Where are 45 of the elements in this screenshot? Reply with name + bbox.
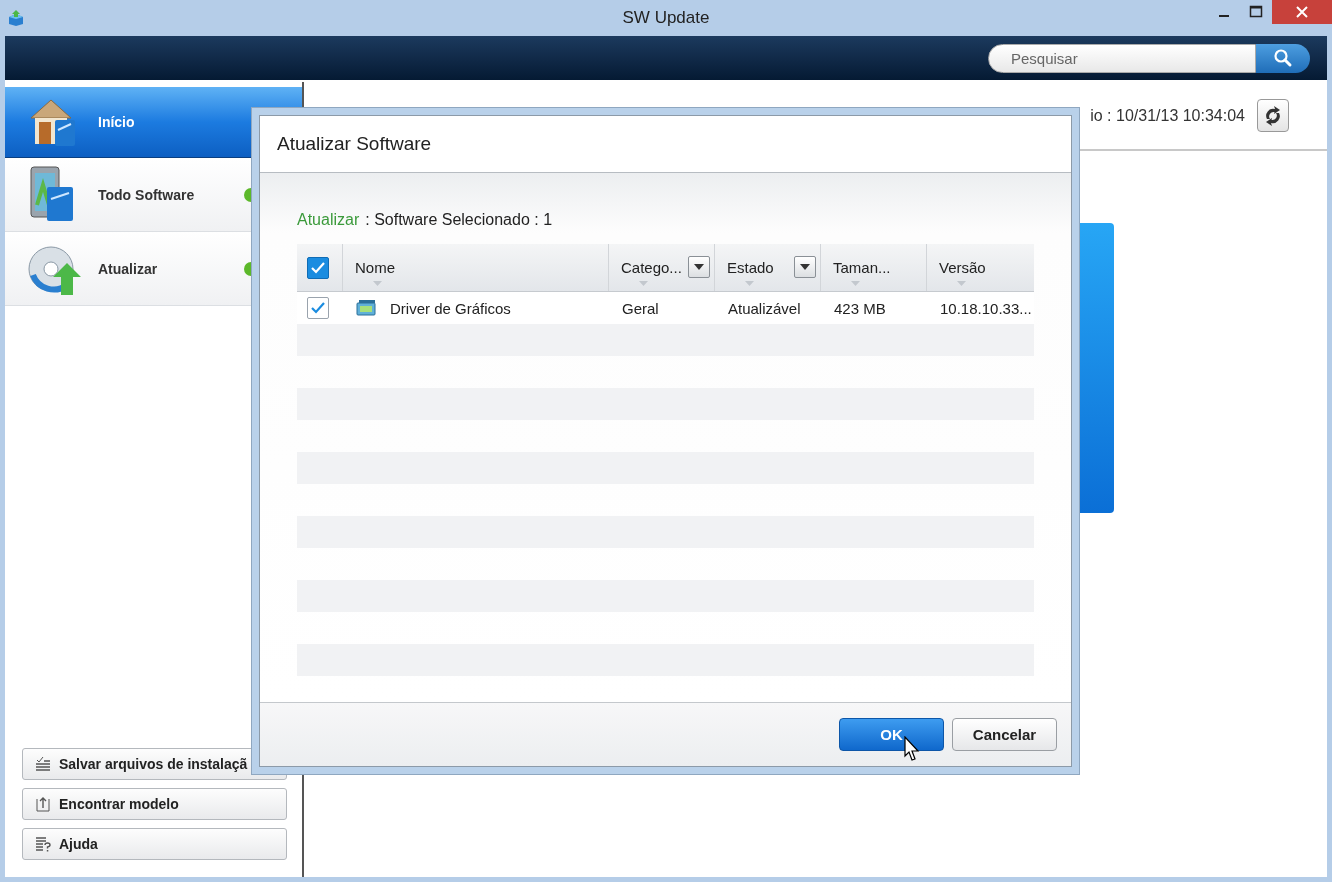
filter-dropdown-button[interactable] [688, 256, 710, 278]
app-icon [7, 9, 25, 27]
mouse-pointer-icon [904, 736, 920, 762]
column-header[interactable]: Versão [939, 259, 986, 276]
search-button[interactable] [1256, 43, 1310, 73]
help-document-icon [35, 836, 51, 852]
column-header[interactable]: Estado [727, 259, 774, 276]
column-header[interactable]: Catego... [621, 259, 682, 276]
table-cell: 10.18.10.33... [940, 299, 1032, 317]
sidebar-button[interactable]: Encontrar modelo [22, 788, 287, 820]
sidebar-item-label: Atualizar [98, 260, 158, 277]
table-cell: 423 MB [834, 299, 886, 317]
table-cell: Atualizável [728, 299, 801, 317]
last-check-text: io : 10/31/13 10:34:04 [1090, 106, 1245, 125]
table-cell: Geral [622, 299, 659, 317]
summary-text: : Software Selecionado : 1 [365, 211, 553, 229]
sidebar-button[interactable]: Ajuda [22, 828, 287, 860]
search-icon [1273, 48, 1293, 68]
checkmark-icon [311, 302, 325, 314]
caret-icon [694, 264, 704, 270]
sort-arrow-icon [957, 281, 966, 286]
graphics-card-icon [356, 299, 378, 317]
column-header[interactable]: Nome [355, 259, 395, 276]
caret-icon [800, 264, 810, 270]
refresh-button[interactable] [1257, 99, 1289, 132]
column-header[interactable]: Taman... [833, 259, 891, 276]
table-cell: Driver de Gráficos [390, 299, 511, 317]
sidebar-item-label: Início [98, 114, 135, 130]
checkmark-icon [311, 261, 325, 274]
refresh-icon [1263, 104, 1283, 127]
cancel-button[interactable]: Cancelar [952, 718, 1057, 751]
sort-arrow-icon [851, 281, 860, 286]
ok-button[interactable]: OK [839, 718, 944, 751]
select-all-checkbox[interactable] [307, 256, 329, 279]
sidebar-item-label: Todo Software [98, 186, 195, 203]
window-title: SW Update [622, 8, 710, 28]
filter-dropdown-button[interactable] [794, 256, 816, 278]
sort-arrow-icon [373, 281, 382, 286]
sort-arrow-icon [639, 281, 648, 286]
close-icon[interactable] [1272, 0, 1332, 24]
document-arrow-icon [35, 796, 51, 812]
sort-arrow-icon [745, 281, 754, 286]
search-field[interactable]: Pesquisar [988, 43, 1256, 73]
list-icon [35, 756, 51, 772]
row-checkbox[interactable] [307, 297, 329, 319]
